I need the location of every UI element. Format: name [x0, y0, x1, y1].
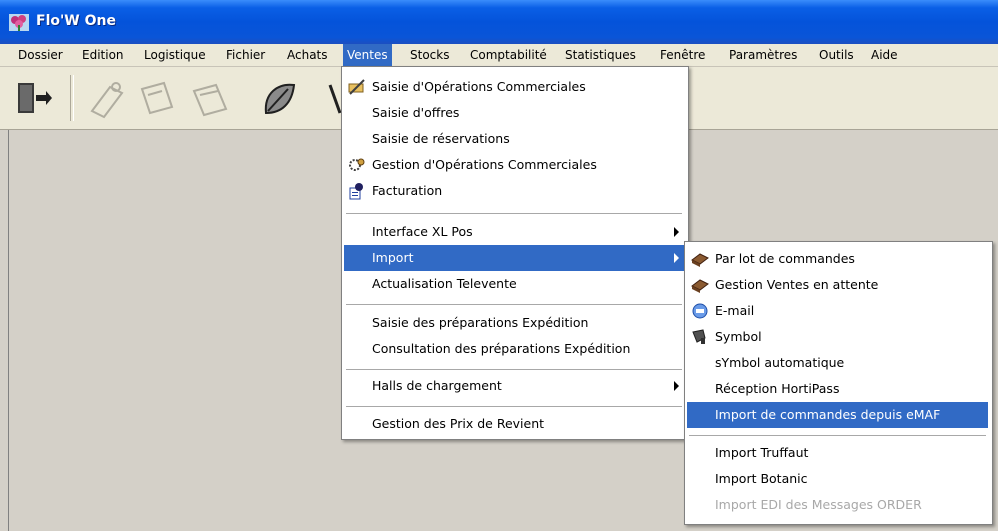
menu-halls-chargement[interactable]: Halls de chargement [344, 373, 684, 399]
menu-separator [689, 435, 986, 436]
folder-open-icon[interactable] [132, 73, 180, 123]
menu-email[interactable]: E-mail [687, 298, 988, 324]
box-icon [691, 279, 709, 293]
menu-import-truffaut[interactable]: Import Truffaut [687, 440, 988, 466]
menu-gestion-operations-commerciales[interactable]: Gestion d'Opérations Commerciales [344, 152, 684, 178]
submenu-arrow-icon [674, 227, 679, 237]
menu-stocks[interactable]: Stocks [406, 44, 453, 66]
menu-bar: Dossier Edition Logistique Fichier Achat… [0, 44, 998, 67]
submenu-arrow-icon [674, 381, 679, 391]
menu-dossier[interactable]: Dossier [14, 44, 67, 66]
menu-edition[interactable]: Edition [78, 44, 128, 66]
menu-ventes[interactable]: Ventes [343, 44, 392, 66]
ventes-dropdown: Saisie d'Opérations Commerciales Saisie … [341, 66, 689, 440]
menu-parametres[interactable]: Paramètres [725, 44, 801, 66]
menu-facturation[interactable]: Facturation [344, 178, 684, 204]
menu-symbol-automatique[interactable]: sYmbol automatique [687, 350, 988, 376]
box-icon [691, 253, 709, 267]
menu-fichier[interactable]: Fichier [222, 44, 269, 66]
menu-symbol[interactable]: Symbol [687, 324, 988, 350]
menu-interface-xl-pos[interactable]: Interface XL Pos [344, 219, 684, 245]
scanner-icon [692, 329, 706, 344]
menu-import-botanic[interactable]: Import Botanic [687, 466, 988, 492]
menu-actualisation-televente[interactable]: Actualisation Televente [344, 271, 684, 297]
menu-aide[interactable]: Aide [867, 44, 902, 66]
menu-saisie-operations-commerciales[interactable]: Saisie d'Opérations Commerciales [344, 74, 684, 100]
window-title: Flo'W One [36, 13, 116, 29]
exit-door-icon[interactable] [10, 73, 58, 123]
menu-import-emaf[interactable]: Import de commandes depuis eMAF [687, 402, 988, 428]
submenu-arrow-icon [674, 253, 679, 263]
menu-consultation-preparations-expedition[interactable]: Consultation des préparations Expédition [344, 336, 684, 362]
invoice-icon [349, 183, 363, 200]
menu-import[interactable]: Import [344, 245, 684, 271]
menu-separator [346, 213, 682, 214]
menu-import-edi-order: Import EDI des Messages ORDER [715, 497, 922, 512]
menu-separator [346, 406, 682, 407]
folder-stack-icon[interactable] [186, 73, 234, 123]
title-bar[interactable]: Flo'W One [0, 0, 998, 44]
leaf-tool-icon[interactable] [254, 73, 302, 123]
packet-tool-icon[interactable] [82, 73, 130, 123]
menu-par-lot-commandes[interactable]: Par lot de commandes [687, 246, 988, 272]
menu-gestion-ventes-attente[interactable]: Gestion Ventes en attente [687, 272, 988, 298]
menu-logistique[interactable]: Logistique [140, 44, 210, 66]
import-submenu: Par lot de commandes Gestion Ventes en a… [684, 241, 993, 525]
gear-wheels-icon [349, 158, 365, 171]
menu-reception-hortipass[interactable]: Réception HortiPass [687, 376, 988, 402]
menu-achats[interactable]: Achats [283, 44, 332, 66]
email-icon [692, 303, 708, 319]
toolbar-separator [70, 75, 74, 121]
menu-saisie-offres[interactable]: Saisie d'offres [344, 100, 684, 126]
menu-separator [346, 304, 682, 305]
menu-saisie-preparations-expedition[interactable]: Saisie des préparations Expédition [344, 310, 684, 336]
pen-scroll-icon [348, 79, 365, 95]
menu-comptabilite[interactable]: Comptabilité [466, 44, 551, 66]
menu-saisie-reservations[interactable]: Saisie de réservations [344, 126, 684, 152]
menu-separator [346, 369, 682, 370]
menu-statistiques[interactable]: Statistiques [561, 44, 640, 66]
menu-outils[interactable]: Outils [815, 44, 858, 66]
workspace-border [8, 130, 9, 531]
app-flower-icon [9, 14, 29, 31]
menu-fenetre[interactable]: Fenêtre [656, 44, 709, 66]
menu-gestion-prix-revient[interactable]: Gestion des Prix de Revient [344, 411, 684, 437]
